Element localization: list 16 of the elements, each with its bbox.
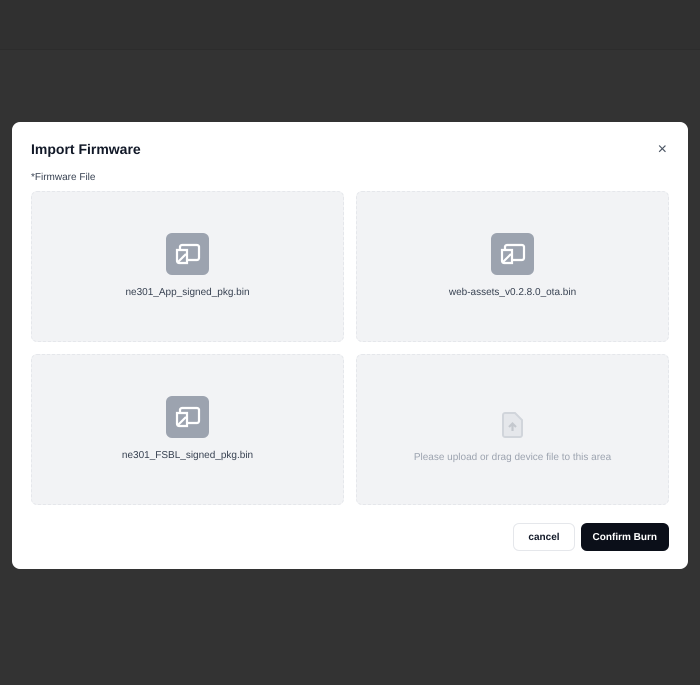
file-name: web-assets_v0.2.8.0_ota.bin [448,286,576,300]
cancel-button[interactable]: cancel [513,523,575,551]
file-card[interactable]: ne301_FSBL_signed_pkg.bin [31,354,344,505]
file-name: ne301_FSBL_signed_pkg.bin [122,449,254,463]
file-image-icon [491,233,534,275]
file-card[interactable]: web-assets_v0.2.8.0_ota.bin [356,191,669,342]
confirm-button[interactable]: Confirm Burn [580,523,669,551]
dialog-title: Import Firmware [31,140,141,159]
file-image-icon [166,233,209,275]
file-image-icon [166,396,209,438]
upload-hint: Please upload or drag device file to this area [414,451,612,465]
field-label: *Firmware File [31,171,96,185]
file-upload-icon [502,412,523,438]
close-button[interactable]: × [658,142,667,158]
file-name: ne301_App_signed_pkg.bin [126,286,250,300]
file-card[interactable]: ne301_App_signed_pkg.bin [31,191,344,342]
